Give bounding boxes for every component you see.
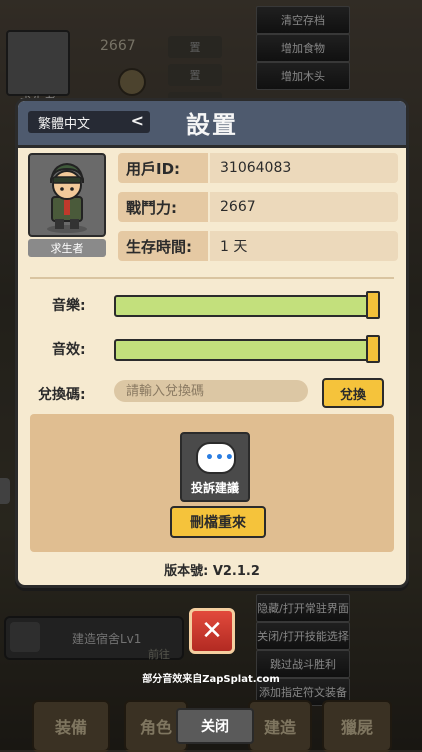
panel-header: 繁體中文 < 設置 bbox=[18, 101, 406, 148]
feedback-button[interactable]: ••• 投訴建議 bbox=[180, 432, 250, 502]
redeem-button[interactable]: 兌換 bbox=[322, 378, 384, 408]
actions-box: ••• 投訴建議 刪檔重來 bbox=[30, 414, 394, 552]
info-row-power: 戰鬥力: 2667 bbox=[118, 192, 398, 222]
redeem-label: 兌換碼: bbox=[38, 387, 86, 403]
sound-credit: 部分音效来自ZapSplat.com bbox=[142, 674, 280, 685]
chat-bubble-icon: ••• bbox=[196, 442, 236, 474]
music-slider[interactable] bbox=[114, 295, 376, 317]
version-label: 版本號: V2.1.2 bbox=[164, 564, 260, 579]
info-value: 1 天 bbox=[210, 231, 398, 261]
sfx-label: 音效: bbox=[52, 342, 86, 358]
music-slider-handle[interactable] bbox=[366, 291, 380, 319]
character-portrait bbox=[28, 153, 106, 237]
close-x-icon: ✕ bbox=[201, 616, 223, 646]
sfx-slider-handle[interactable] bbox=[366, 335, 380, 363]
delete-save-button[interactable]: 刪檔重來 bbox=[170, 506, 266, 538]
sfx-slider[interactable] bbox=[114, 339, 376, 361]
portrait-label: 求生者 bbox=[28, 239, 106, 257]
feedback-label: 投訴建議 bbox=[190, 481, 239, 495]
redeem-code-input[interactable] bbox=[114, 380, 308, 402]
music-label: 音樂: bbox=[52, 298, 86, 314]
info-key: 生存時間: bbox=[118, 231, 208, 261]
info-value: 31064083 bbox=[210, 153, 398, 183]
bottom-close-button[interactable]: 关闭 bbox=[176, 708, 254, 744]
panel-title: 設置 bbox=[186, 111, 238, 139]
info-key: 戰鬥力: bbox=[118, 192, 208, 222]
info-value: 2667 bbox=[210, 192, 398, 222]
close-button[interactable]: ✕ bbox=[189, 608, 235, 654]
settings-panel: 繁體中文 < 設置 求生者 用戶ID: 31064083 戰鬥力: 2667 生… bbox=[15, 98, 409, 588]
info-row-user-id: 用戶ID: 31064083 bbox=[118, 153, 398, 183]
divider bbox=[30, 277, 394, 279]
info-row-survival-time: 生存時間: 1 天 bbox=[118, 231, 398, 261]
info-key: 用戶ID: bbox=[118, 153, 208, 183]
